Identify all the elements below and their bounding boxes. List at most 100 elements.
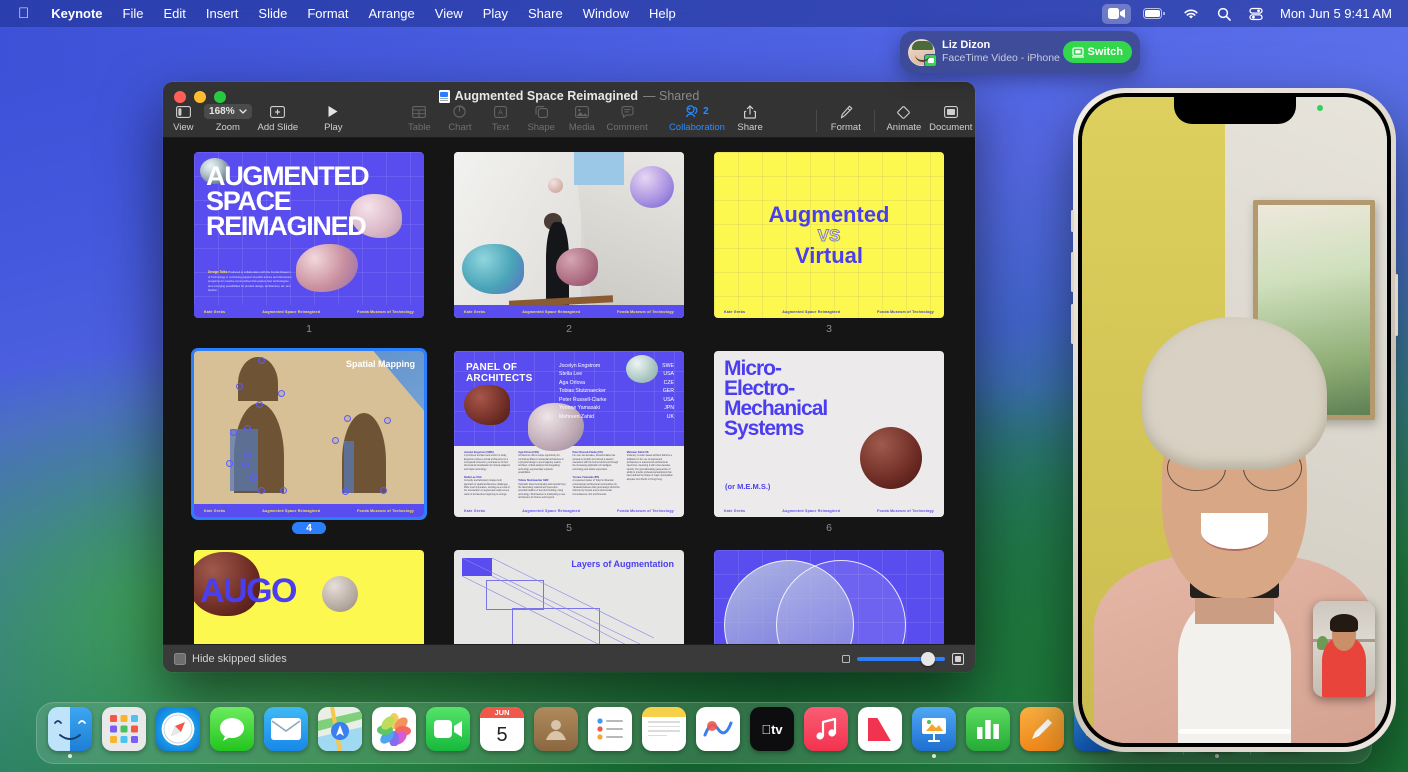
dock-item-tv[interactable]: tv xyxy=(747,707,797,758)
toolbar-chart-button[interactable]: Chart xyxy=(440,104,481,133)
slide-thumbnail-3[interactable]: Augmented VS Virtual Kate Grebs Augmente… xyxy=(714,152,944,335)
wifi-icon[interactable] xyxy=(1174,3,1208,25)
dock-item-notes[interactable] xyxy=(639,707,689,758)
menu-view[interactable]: View xyxy=(425,0,473,27)
menu-keynote[interactable]: Keynote xyxy=(41,0,112,27)
news-icon[interactable] xyxy=(858,707,902,751)
dock-item-news[interactable] xyxy=(855,707,905,758)
dock-item-numbers[interactable] xyxy=(963,707,1013,758)
self-view-pip[interactable] xyxy=(1313,601,1375,697)
toolbar-animate-button[interactable]: Animate xyxy=(881,104,926,133)
menu-bar-clock[interactable]: Mon Jun 5 9:41 AM xyxy=(1272,6,1392,21)
dock-item-facetime[interactable] xyxy=(423,707,473,758)
menu-edit[interactable]: Edit xyxy=(154,0,196,27)
slide-thumbnail-1[interactable]: AUGMENTED SPACE REIMAGINED Design Talks … xyxy=(194,152,424,335)
menu-file[interactable]: File xyxy=(113,0,154,27)
notes-icon[interactable] xyxy=(642,707,686,751)
toolbar-add-slide-button[interactable]: Add Slide xyxy=(252,104,304,133)
facetime-call-screen[interactable] xyxy=(1082,97,1387,743)
toolbar-view-button[interactable]: View xyxy=(163,104,204,133)
toolbar-zoom-control[interactable]: 168% Zoom xyxy=(204,104,252,133)
slider-knob[interactable] xyxy=(921,652,935,666)
dock-item-reminders[interactable] xyxy=(585,707,635,758)
toolbar-shape-button[interactable]: Shape xyxy=(521,104,562,133)
small-thumbnail-icon[interactable] xyxy=(842,655,850,663)
window-titlebar[interactable]: Augmented Space Reimagined — Shared View… xyxy=(163,82,975,138)
dock-item-music[interactable] xyxy=(801,707,851,758)
iphone-side-button[interactable] xyxy=(1395,274,1398,336)
search-icon[interactable] xyxy=(1208,3,1240,25)
checkbox-box[interactable] xyxy=(174,653,186,665)
menu-share[interactable]: Share xyxy=(518,0,573,27)
iphone-volume-down-button[interactable] xyxy=(1071,304,1074,344)
slide-thumbnail-7[interactable]: AUGO xyxy=(194,550,424,644)
keynote-icon[interactable] xyxy=(912,707,956,751)
large-thumbnail-icon[interactable] xyxy=(952,653,964,665)
slide-thumbnail-8[interactable]: Layers of Augmentation xyxy=(454,550,684,644)
iphone-silence-switch[interactable] xyxy=(1071,210,1074,232)
facetime-handoff-notification[interactable]: Liz Dizon FaceTime Video - iPhone › Swit… xyxy=(900,31,1140,73)
toolbar-comment-button[interactable]: Comment xyxy=(602,104,652,133)
dock-item-photos[interactable] xyxy=(369,707,419,758)
finder-icon[interactable] xyxy=(48,707,92,751)
menu-window[interactable]: Window xyxy=(573,0,639,27)
contacts-icon[interactable] xyxy=(534,707,578,751)
dock-item-finder[interactable] xyxy=(45,707,95,758)
safari-icon[interactable] xyxy=(156,707,200,751)
calendar-icon[interactable]: JUN 5 xyxy=(480,707,524,751)
switch-button[interactable]: Switch xyxy=(1063,41,1132,63)
video-camera-icon[interactable] xyxy=(1102,4,1131,24)
menu-insert[interactable]: Insert xyxy=(196,0,249,27)
slide-thumbnail-9[interactable]: PHYSICAL AUGMENTED VIRTUAL xyxy=(714,550,944,644)
slide-thumbnail-5[interactable]: PANEL OF ARCHITECTS Jocelyn EngstromSWE … xyxy=(454,351,684,534)
toolbar-play-button[interactable]: Play xyxy=(304,104,363,133)
control-center-icon[interactable] xyxy=(1240,3,1272,25)
dock-item-keynote[interactable] xyxy=(909,707,959,758)
menu-help[interactable]: Help xyxy=(639,0,686,27)
dock-item-calendar[interactable]: JUN 5 xyxy=(477,707,527,758)
toolbar-collaboration-button[interactable]: 2 Collaboration xyxy=(664,104,730,133)
dock-item-freeform[interactable] xyxy=(693,707,743,758)
battery-icon[interactable] xyxy=(1134,3,1174,25)
apple-menu-icon[interactable]:  xyxy=(8,2,41,26)
dock-item-pages[interactable] xyxy=(1017,707,1067,758)
dock-item-contacts[interactable] xyxy=(531,707,581,758)
hide-skipped-slides-checkbox[interactable]: Hide skipped slides xyxy=(174,653,287,665)
photos-icon[interactable] xyxy=(372,707,416,751)
menu-slide[interactable]: Slide xyxy=(248,0,297,27)
freeform-icon[interactable] xyxy=(696,707,740,751)
messages-icon[interactable] xyxy=(210,707,254,751)
menu-arrange[interactable]: Arrange xyxy=(359,0,425,27)
thumbnail-size-slider[interactable] xyxy=(842,653,964,665)
maps-icon[interactable] xyxy=(318,707,362,751)
slider-track[interactable] xyxy=(857,657,945,661)
numbers-icon[interactable] xyxy=(966,707,1010,751)
music-icon[interactable] xyxy=(804,707,848,751)
facetime-icon[interactable] xyxy=(426,707,470,751)
launchpad-icon[interactable] xyxy=(102,707,146,751)
apple-tv-icon[interactable]: tv xyxy=(750,707,794,751)
keynote-window[interactable]: Augmented Space Reimagined — Shared View… xyxy=(163,82,975,672)
zoom-level-pill[interactable]: 168% xyxy=(204,104,252,119)
menu-play[interactable]: Play xyxy=(473,0,518,27)
dock-item-launchpad[interactable] xyxy=(99,707,149,758)
pages-icon[interactable] xyxy=(1020,707,1064,751)
reminders-icon[interactable] xyxy=(588,707,632,751)
slide-thumbnail-4[interactable]: Spatial Mapping xyxy=(194,351,424,534)
slide-thumbnail-2[interactable]: Kate Grebs Augmented Space Reimagined Fo… xyxy=(454,152,684,335)
toolbar-media-button[interactable]: Media xyxy=(562,104,603,133)
home-indicator[interactable] xyxy=(1179,729,1291,734)
dock-item-mail[interactable] xyxy=(261,707,311,758)
dock-item-messages[interactable] xyxy=(207,707,257,758)
dock-item-maps[interactable] xyxy=(315,707,365,758)
toolbar-share-button[interactable]: Share xyxy=(730,104,771,133)
menu-format[interactable]: Format xyxy=(297,0,358,27)
slide-navigator[interactable]: AUGMENTED SPACE REIMAGINED Design Talks … xyxy=(163,138,975,644)
mail-icon[interactable] xyxy=(264,707,308,751)
toolbar-table-button[interactable]: Table xyxy=(399,104,440,133)
slide-thumbnail-6[interactable]: Micro- Electro- Mechanical Systems (or M… xyxy=(714,351,944,534)
toolbar-text-button[interactable]: A Text xyxy=(480,104,521,133)
dock-item-safari[interactable] xyxy=(153,707,203,758)
iphone-volume-up-button[interactable] xyxy=(1071,252,1074,292)
toolbar-document-button[interactable]: Document xyxy=(927,104,975,133)
